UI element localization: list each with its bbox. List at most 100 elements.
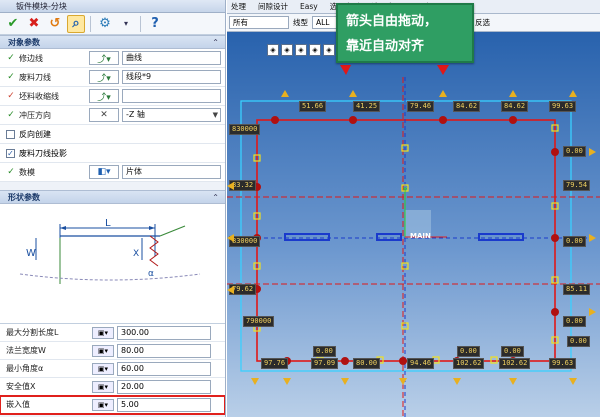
drag-arrow-handle[interactable] xyxy=(227,234,234,242)
magnifier-icon[interactable]: ⌕ xyxy=(67,14,85,33)
reverse-checkbox[interactable] xyxy=(6,129,15,139)
bottom-small-label[interactable]: 0.00 xyxy=(501,346,524,357)
param-embed-value[interactable]: 嵌入值 ▣▾ 5.00 xyxy=(0,395,225,415)
max-split-length-input[interactable]: 300.00 xyxy=(117,325,211,340)
drag-arrow-handle[interactable] xyxy=(569,90,577,97)
panel-title: 钣件模块-分块 xyxy=(0,0,225,13)
bottom-dim-label[interactable]: 102.62 xyxy=(499,358,531,369)
top-dim-label[interactable]: 84.62 xyxy=(453,101,481,112)
trim-line-value[interactable]: 曲线 xyxy=(122,51,221,65)
param-safety-value[interactable]: 安全值X ▣▾ 20.00 xyxy=(0,378,225,396)
param-min-angle[interactable]: 最小角度α ▣▾ 60.00 xyxy=(0,360,225,378)
drag-arrow-handle[interactable] xyxy=(227,182,234,190)
undo-icon[interactable]: ↺ xyxy=(46,15,64,33)
right-dim-label[interactable]: 85.11 xyxy=(563,284,591,295)
checkmark-icon: ✓ xyxy=(7,91,15,101)
ok-check-icon[interactable]: ✔ xyxy=(4,15,22,33)
drag-arrow-handle[interactable] xyxy=(589,148,596,156)
right-dim-label[interactable]: 0.00 xyxy=(563,316,586,327)
formula-icon[interactable]: ▣▾ xyxy=(92,344,114,357)
formula-icon[interactable]: ▣▾ xyxy=(92,326,114,339)
section-object-params[interactable]: 对象参数 ⌃ xyxy=(0,35,225,49)
drag-arrow-handle[interactable] xyxy=(283,378,291,385)
menu-item[interactable]: 处理 xyxy=(231,0,246,13)
right-dim-label[interactable]: 79.54 xyxy=(563,180,591,191)
drag-arrow-handle[interactable] xyxy=(227,286,234,294)
bottom-dim-label[interactable]: 99.63 xyxy=(549,358,577,369)
top-dim-label[interactable]: 79.46 xyxy=(407,101,435,112)
bottom-small-label[interactable]: 0.00 xyxy=(567,336,590,347)
bottom-dim-label[interactable]: 97.09 xyxy=(311,358,339,369)
row-reverse-create[interactable]: 反向创建 xyxy=(0,125,225,144)
bottom-small-label[interactable]: 0.00 xyxy=(457,346,480,357)
blank-shrink-value[interactable] xyxy=(122,89,221,103)
row-scrap-cutter[interactable]: ✓ 废料刀线 ⤴▾ 线段*9 xyxy=(0,68,225,87)
top-dim-label[interactable]: 99.63 xyxy=(549,101,577,112)
left-dim-label[interactable]: 790000 xyxy=(243,316,275,327)
param-max-split-length[interactable]: 最大分割长度L ▣▾ 300.00 xyxy=(0,324,225,342)
param-flange-width[interactable]: 法兰宽度W ▣▾ 80.00 xyxy=(0,342,225,360)
projection-checkbox[interactable]: ✓ xyxy=(6,148,15,158)
row-label: 废料刀线 xyxy=(19,72,51,82)
collapse-icon[interactable]: ⌃ xyxy=(212,191,219,204)
drag-arrow-handle[interactable] xyxy=(569,378,577,385)
row-press-direction[interactable]: ✓ 冲压方向 ✕ -Z 轴 ▼ xyxy=(0,106,225,125)
drag-arrow-handle[interactable] xyxy=(399,378,407,385)
body-picker-icon[interactable]: ◧▾ xyxy=(89,165,119,179)
min-angle-input[interactable]: 60.00 xyxy=(117,361,211,376)
row-trim-line[interactable]: ✓ 修边线 ⤴▾ 曲线 xyxy=(0,49,225,68)
formula-icon[interactable]: ▣▾ xyxy=(92,380,114,393)
right-dim-label[interactable]: 0.00 xyxy=(563,236,586,247)
filter-select[interactable]: 所有 xyxy=(229,16,289,29)
data-model-value[interactable]: 片体 xyxy=(122,165,221,179)
bottom-dim-label[interactable]: 94.46 xyxy=(407,358,435,369)
top-dim-label[interactable]: 84.62 xyxy=(501,101,529,112)
drag-arrow-handle[interactable] xyxy=(589,234,596,242)
cad-viewport[interactable]: 处理 间隙设计 Easy 选项变形 选项产品SP 冲 所有 线型 ALL 全选 … xyxy=(227,0,600,417)
drag-arrow-handle[interactable] xyxy=(251,378,259,385)
collapse-icon[interactable]: ⌃ xyxy=(212,36,219,49)
drag-arrow-handle[interactable] xyxy=(349,90,357,97)
press-direction-select[interactable]: -Z 轴 ▼ xyxy=(122,108,221,122)
drag-arrow-handle[interactable] xyxy=(453,378,461,385)
help-icon[interactable]: ? xyxy=(146,15,164,33)
row-data-model[interactable]: ✓ 数模 ◧▾ 片体 xyxy=(0,163,225,182)
direction-picker-icon[interactable]: ✕ xyxy=(89,108,119,122)
bottom-dim-label[interactable]: 97.76 xyxy=(261,358,289,369)
menu-item[interactable]: Easy xyxy=(300,0,318,13)
curve-picker-icon[interactable]: ⤴▾ xyxy=(89,70,119,84)
cancel-x-icon[interactable]: ✖ xyxy=(25,15,43,33)
embed-value-input[interactable]: 5.00 xyxy=(117,397,211,412)
curve-picker-icon[interactable]: ⤴▾ xyxy=(89,51,119,65)
drag-arrow-handle[interactable] xyxy=(341,378,349,385)
top-dim-label[interactable]: 41.25 xyxy=(353,101,381,112)
left-dim-label[interactable]: 830000 xyxy=(229,124,261,135)
row-scrap-projection[interactable]: ✓ 废料刀线投影 xyxy=(0,144,225,163)
settings-gear-icon[interactable]: ⚙ xyxy=(96,15,114,33)
bottom-small-label[interactable]: 0.00 xyxy=(313,346,336,357)
param-label: 最小角度α xyxy=(6,364,44,373)
drag-arrow-handle[interactable] xyxy=(281,90,289,97)
invert-select-button[interactable]: 反选 xyxy=(475,17,490,28)
safety-value-input[interactable]: 20.00 xyxy=(117,379,211,394)
formula-icon[interactable]: ▣▾ xyxy=(92,398,114,411)
top-dim-label[interactable]: 51.66 xyxy=(299,101,327,112)
drag-arrow-handle[interactable] xyxy=(509,90,517,97)
bottom-dim-label[interactable]: 80.00 xyxy=(353,358,381,369)
scrap-cutter-value[interactable]: 线段*9 xyxy=(122,70,221,84)
section-object-title: 对象参数 xyxy=(8,38,40,47)
bottom-dim-label[interactable]: 102.62 xyxy=(453,358,485,369)
flange-width-input[interactable]: 80.00 xyxy=(117,343,211,358)
checkbox-label: 废料刀线投影 xyxy=(19,148,67,158)
right-dim-label[interactable]: 0.00 xyxy=(563,146,586,157)
menu-item[interactable]: 间隙设计 xyxy=(258,0,288,13)
chevron-down-icon[interactable]: ▾ xyxy=(117,15,135,33)
drag-hint-callout: 箭头自由拖动， 靠近自动对齐 xyxy=(336,3,474,63)
curve-picker-icon[interactable]: ⤴▾ xyxy=(89,89,119,103)
drag-arrow-handle[interactable] xyxy=(509,378,517,385)
row-blank-shrink[interactable]: ✓ 坯料收缩线 ⤴▾ xyxy=(0,87,225,106)
drag-arrow-handle[interactable] xyxy=(589,308,596,316)
formula-icon[interactable]: ▣▾ xyxy=(92,362,114,375)
drag-arrow-handle[interactable] xyxy=(439,90,447,97)
section-shape-params[interactable]: 形状参数 ⌃ xyxy=(0,190,225,204)
